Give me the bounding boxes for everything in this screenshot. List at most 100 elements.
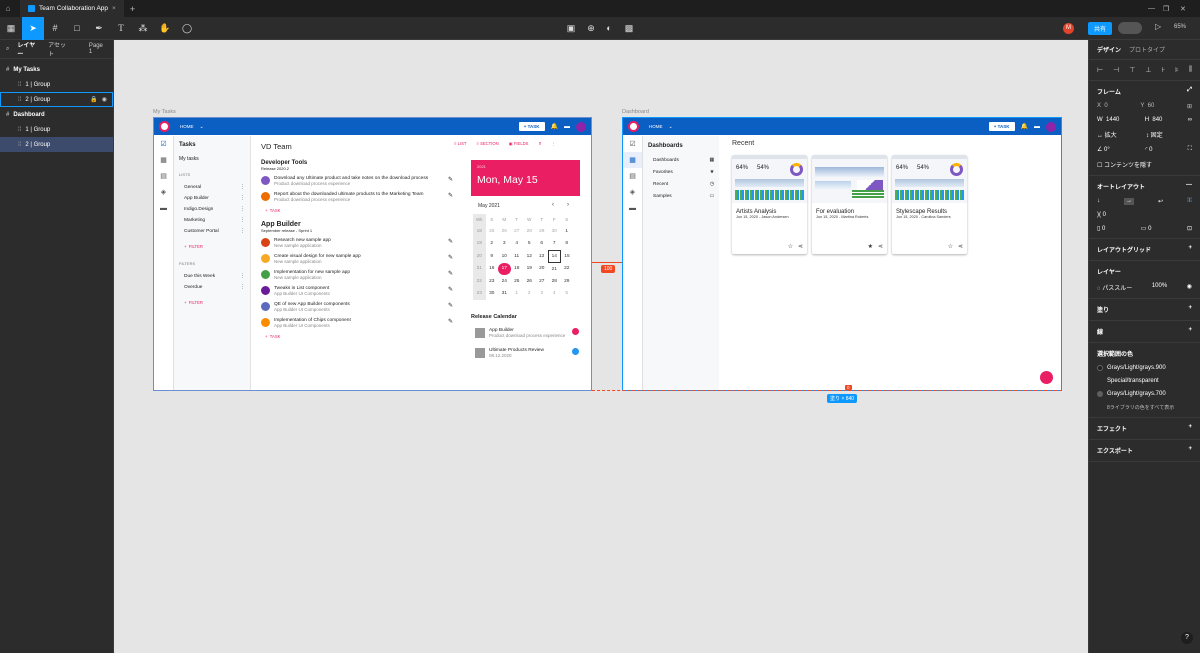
corner-icon[interactable]: ⛶ [1188,146,1192,153]
star-icon[interactable]: ★ [868,243,873,250]
chat-icon[interactable]: ▬ [564,124,570,130]
task-item[interactable]: Implementation of Chips component App Bui… [261,318,453,328]
zoom-level[interactable]: 65% [1174,24,1186,30]
y-field[interactable]: 60 [1148,103,1155,109]
task-item[interactable]: QE of new App Builder components App Buil… [261,302,453,312]
padding-h-field[interactable]: ▯ 0 [1097,225,1105,232]
layer-item[interactable]: # Dashboard [0,107,113,122]
assets-tab[interactable]: アセット [48,40,71,58]
diamond-icon[interactable]: ◈ [154,184,173,200]
share-icon[interactable]: ⋖ [878,243,883,250]
task-item[interactable]: Download any Ultimate product and take n… [261,176,453,186]
task-item[interactable]: Research new sample app New sample applic… [261,238,453,248]
dashboard-icon[interactable]: ▦ [154,152,173,168]
task-item[interactable]: Tweaks in List component App Builder UI C… [261,286,453,296]
page-selector[interactable]: Page 1 [89,43,107,55]
close-icon[interactable]: × [112,5,116,12]
x-field[interactable]: 0 [1104,103,1107,109]
building-icon[interactable]: ▤ [154,168,173,184]
add-task-link[interactable]: + TASK [265,208,453,213]
comment-tool-icon[interactable]: ◯ [176,17,198,40]
add-icon[interactable]: + [1188,446,1192,455]
add-task-button[interactable]: + TASK [518,122,545,131]
padding-icon[interactable]: ⊡ [1187,225,1192,232]
sidebar-list-item[interactable]: App Builder ⋮ [179,196,245,201]
star-outline-icon[interactable]: ☆ [948,243,953,250]
frame-tool-icon[interactable]: # [44,17,66,40]
rotation-field[interactable]: ∠ 0° [1097,146,1110,153]
nav-item-dashboards[interactable]: Dashboards ▦ [648,158,714,163]
fixed-select[interactable]: ↕ 固定 [1146,130,1163,139]
chevron-right-icon[interactable]: › [567,202,569,208]
add-filter-button[interactable]: + FILTER [179,244,245,249]
align-bottom-icon[interactable]: ⊧ [1175,66,1179,74]
new-tab-icon[interactable]: + [130,4,135,14]
opacity-field[interactable]: 100% [1152,283,1167,292]
avatar[interactable]: M [1063,23,1074,34]
search-icon[interactable]: ⌕ [6,46,9,53]
layers-tab[interactable]: レイヤー [17,40,40,58]
avatar[interactable] [1046,121,1056,132]
width-field[interactable]: 1440 [1106,117,1119,123]
more-icon[interactable]: ⋮ [240,196,245,201]
nav-item-recent[interactable]: Recent ◷ [648,182,714,187]
remove-icon[interactable]: — [1186,182,1192,191]
add-task-link[interactable]: + TASK [265,334,453,339]
resources-icon[interactable]: ⁂ [132,17,154,40]
share-icon[interactable]: ⋖ [798,243,803,250]
edit-icon[interactable]: ✎ [448,254,453,261]
constraints-icon[interactable]: ⊞ [1187,103,1192,110]
color-item[interactable]: Special/transparent [1097,378,1192,384]
color-item[interactable]: Grays/Light/grays.900 [1097,365,1192,371]
edit-icon[interactable]: ✎ [448,238,453,245]
more-icon[interactable]: ⋮ [240,207,245,212]
frame-label[interactable]: My Tasks [153,109,176,115]
folder-icon[interactable]: ▬ [623,200,642,216]
task-item[interactable]: Create visual design for new sample app N… [261,254,453,264]
sidebar-list-item[interactable]: Indigo.Design ⋮ [179,207,245,212]
add-filter-button[interactable]: + FILTER [179,300,245,305]
fab-add-button[interactable] [1040,371,1053,384]
component-icon[interactable]: ▣ [560,17,582,40]
prototype-tab[interactable]: プロトタイプ [1129,45,1165,54]
edit-icon[interactable]: ✎ [448,302,453,309]
add-icon[interactable]: + [1188,327,1192,336]
align-center-icon[interactable]: ⊣ [1113,66,1119,74]
align-top-icon[interactable]: ⊥ [1145,66,1151,74]
pen-tool-icon[interactable]: ✒ [88,17,110,40]
more-icon[interactable]: ⋮ [240,285,245,290]
contrast-icon[interactable]: ◐ [598,17,620,40]
padding-v-field[interactable]: ▭ 0 [1141,225,1152,232]
release-item[interactable]: App Builder Product download process expe… [475,328,579,338]
frame-section-title[interactable]: フレーム [1097,87,1121,96]
section-button[interactable]: ≡ SECTION [476,141,498,146]
resize-icon[interactable]: ⤢ [1187,87,1192,96]
my-tasks-frame[interactable]: HOME ⌄ + TASK 🔔 ▬ ☑ ▦ ▤ ◈ ▬ Tasks My tas… [153,117,592,391]
bell-icon[interactable]: 🔔 [551,123,558,130]
fields-button[interactable]: ▣ FIELDS [509,141,529,146]
dashboard-card[interactable]: 64% 54% Stylescape Results Jun 15, 2020 … [892,155,967,254]
direction-right-icon[interactable]: → [1124,198,1135,205]
main-menu-icon[interactable]: ▦ [0,17,22,40]
hand-tool-icon[interactable]: ✋ [154,17,176,40]
filter-icon[interactable]: ⊽ [538,141,541,146]
task-item[interactable]: Report about the downloaded ultimate pro… [261,192,453,202]
wrap-icon[interactable]: ↩ [1158,198,1163,205]
add-task-button[interactable]: + TASK [988,122,1015,131]
more-icon[interactable]: ⋮ [552,141,556,146]
gap-field[interactable]: )( 0 [1097,212,1106,218]
share-icon[interactable]: ⋖ [958,243,963,250]
share-button[interactable]: 共有 [1088,22,1113,35]
building-icon[interactable]: ▤ [623,168,642,184]
dashboard-icon[interactable]: ▦ [623,152,642,168]
direction-down-icon[interactable]: ↓ [1097,198,1100,205]
more-icon[interactable]: ⋮ [240,185,245,190]
checkbox-icon[interactable]: ☑ [154,136,173,152]
edit-icon[interactable]: ✎ [448,286,453,293]
nav-item-favorites[interactable]: Favorites ★ [648,170,714,175]
minimize-icon[interactable]: — [1148,5,1155,12]
align-right-icon[interactable]: ⊤ [1129,66,1135,74]
show-all-colors-link[interactable]: 8ライブラリの色をすべて表示 [1097,404,1192,411]
home-nav[interactable]: HOME [180,124,194,129]
layer-item[interactable]: ⁞⁞ 1 | Group [0,77,113,92]
